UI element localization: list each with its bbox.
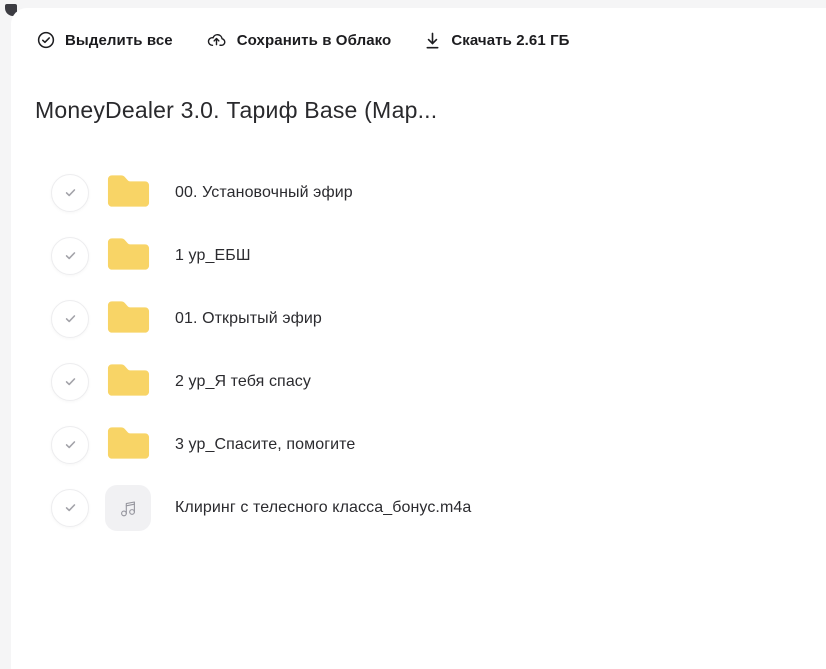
download-icon <box>424 31 441 50</box>
check-icon <box>62 373 79 390</box>
check-icon <box>62 247 79 264</box>
toolbar: Выделить все Сохранить в Облако <box>37 29 826 51</box>
cloud-upload-icon <box>206 30 227 50</box>
list-item-folder[interactable]: 00. Установочный эфир <box>51 161 826 224</box>
page-title: MoneyDealer 3.0. Тариф Base (Мар... <box>35 95 826 125</box>
list-item-audio[interactable]: Клиринг с телесного класса_бонус.m4a <box>51 476 826 539</box>
row-checkbox[interactable] <box>51 300 89 338</box>
download-button[interactable]: Скачать 2.61 ГБ <box>424 31 569 50</box>
file-name: 2 ур_Я тебя спасу <box>175 373 311 391</box>
file-name: 3 ур_Спасите, помогите <box>175 436 355 454</box>
file-list: 00. Установочный эфир <box>51 161 826 539</box>
check-icon <box>62 184 79 201</box>
row-checkbox[interactable] <box>51 237 89 275</box>
file-name: Клиринг с телесного класса_бонус.m4a <box>175 499 471 517</box>
save-to-cloud-button[interactable]: Сохранить в Облако <box>206 30 392 50</box>
list-item-folder[interactable]: 2 ур_Я тебя спасу <box>51 350 826 413</box>
file-name: 1 ур_ЕБШ <box>175 247 251 265</box>
row-checkbox[interactable] <box>51 363 89 401</box>
check-icon <box>62 310 79 327</box>
row-checkbox[interactable] <box>51 489 89 527</box>
file-name: 00. Установочный эфир <box>175 184 353 202</box>
file-name: 01. Открытый эфир <box>175 310 322 328</box>
folder-icon <box>106 360 151 403</box>
folder-icon <box>106 297 151 340</box>
music-note-icon <box>105 485 151 531</box>
save-to-cloud-label: Сохранить в Облако <box>237 32 392 49</box>
check-icon <box>62 499 79 516</box>
list-item-folder[interactable]: 1 ур_ЕБШ <box>51 224 826 287</box>
check-icon <box>62 436 79 453</box>
check-circle-icon <box>37 31 55 49</box>
list-item-folder[interactable]: 01. Открытый эфир <box>51 287 826 350</box>
folder-icon <box>106 171 151 214</box>
row-checkbox[interactable] <box>51 174 89 212</box>
select-all-label: Выделить все <box>65 32 173 49</box>
folder-icon <box>106 423 151 466</box>
folder-icon <box>106 234 151 277</box>
row-checkbox[interactable] <box>51 426 89 464</box>
content-card: Выделить все Сохранить в Облако <box>11 8 826 669</box>
download-label: Скачать 2.61 ГБ <box>451 32 569 49</box>
page: Выделить все Сохранить в Облако <box>0 0 826 669</box>
select-all-button[interactable]: Выделить все <box>37 31 173 49</box>
list-item-folder[interactable]: 3 ур_Спасите, помогите <box>51 413 826 476</box>
